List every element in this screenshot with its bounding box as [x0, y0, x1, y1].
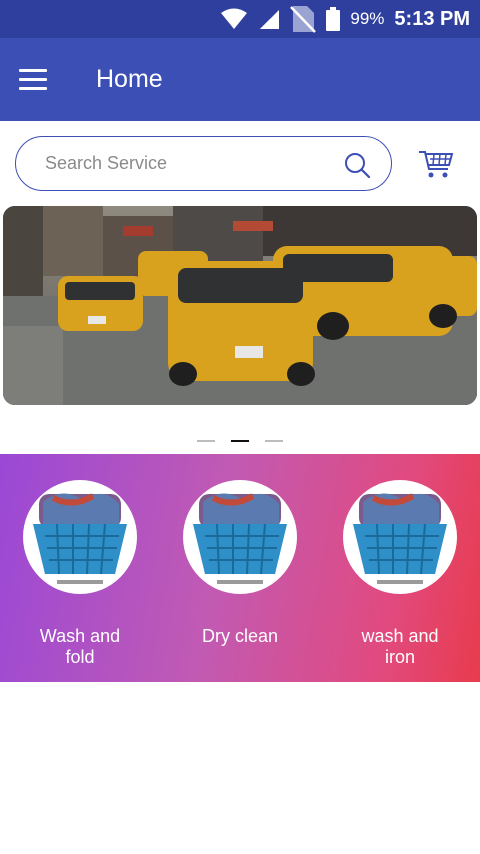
no-sim-icon	[290, 5, 317, 33]
laundry-basket-image	[23, 480, 137, 594]
pagination-dot[interactable]	[197, 440, 215, 442]
search-icon[interactable]	[343, 151, 371, 179]
promo-banner-image[interactable]	[3, 206, 477, 405]
service-wash-and-fold[interactable]: Wash and fold	[0, 480, 160, 670]
service-dry-clean[interactable]: Dry clean	[160, 480, 320, 670]
laundry-basket-image	[183, 480, 297, 594]
signal-icon	[258, 8, 280, 30]
hamburger-menu-button[interactable]	[0, 38, 96, 121]
search-placeholder: Search Service	[45, 153, 168, 173]
clock: 5:13 PM	[394, 7, 470, 30]
service-wash-and-iron[interactable]: wash and iron	[320, 480, 480, 670]
wifi-icon	[220, 8, 248, 30]
hamburger-menu-icon	[19, 69, 47, 90]
service-label: Wash and fold	[39, 626, 121, 667]
shopping-cart-icon[interactable]	[418, 148, 454, 180]
status-bar: 99% 5:13 PM	[0, 0, 480, 38]
pagination-dot[interactable]	[265, 440, 283, 442]
laundry-basket-image	[343, 480, 457, 594]
services-section: Wash and fold Dry clean wash and iron	[0, 454, 480, 682]
taxi-street-image	[3, 206, 477, 405]
search-row: Search Service	[0, 121, 480, 205]
battery-percentage: 99%	[350, 9, 385, 28]
search-input[interactable]: Search Service	[15, 136, 392, 191]
service-label: Dry clean	[201, 626, 279, 646]
pagination-dot-active[interactable]	[231, 440, 249, 442]
app-bar: Home	[0, 38, 480, 121]
service-label: wash and iron	[361, 626, 439, 667]
battery-icon	[326, 7, 341, 31]
banner-pagination	[0, 438, 480, 444]
page-title: Home	[96, 65, 163, 93]
